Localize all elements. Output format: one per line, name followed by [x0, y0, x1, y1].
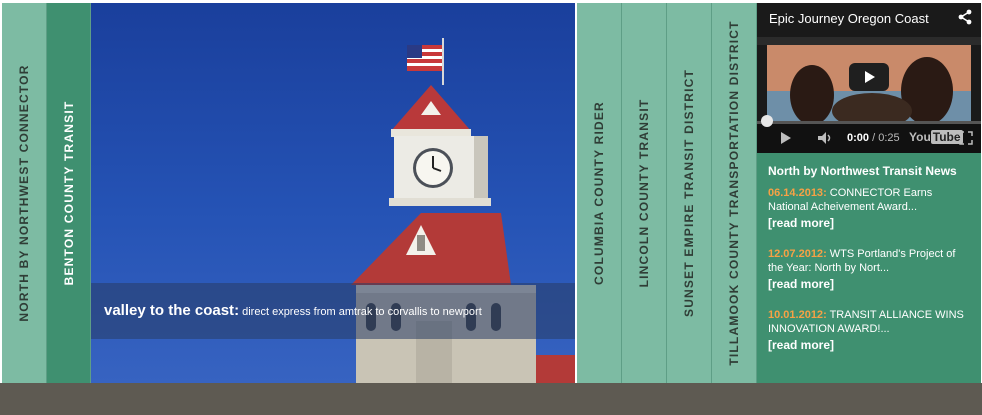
tab-label: BENTON COUNTY TRANSIT [61, 100, 76, 286]
progress-scrubber[interactable] [761, 115, 773, 127]
tab-label: COLUMBIA COUNTY RIDER [592, 101, 606, 285]
news-item: 12.07.2012: WTS Portland's Project of th… [768, 247, 973, 291]
tab-label: LINCOLN COUNTY TRANSIT [637, 98, 651, 288]
volume-icon[interactable] [817, 131, 835, 145]
video-time: 0:00 / 0:25 [847, 132, 900, 144]
page-frame: NORTH BY NORTHWEST CONNECTOR BENTON COUN… [0, 0, 982, 415]
youtube-logo[interactable]: You Tube [909, 130, 963, 144]
video-player[interactable]: Epic Journey Oregon Coast 0:00 / 0:25 Yo… [757, 3, 981, 153]
share-icon[interactable] [957, 9, 973, 25]
news-heading: North by Northwest Transit News [768, 164, 957, 178]
tab-tillamook-county-transportation-district[interactable]: TILLAMOOK COUNTY TRANSPORTATION DISTRICT [712, 3, 757, 383]
news-panel: Epic Journey Oregon Coast 0:00 / 0:25 Yo… [757, 3, 981, 383]
tab-columbia-county-rider[interactable]: COLUMBIA COUNTY RIDER [577, 3, 622, 383]
play-icon [865, 71, 875, 83]
footer-bar [0, 383, 982, 415]
hero-caption: valley to the coast: direct express from… [91, 283, 575, 339]
tab-label: TILLAMOOK COUNTY TRANSPORTATION DISTRICT [727, 20, 741, 366]
tab-label: NORTH BY NORTHWEST CONNECTOR [17, 64, 31, 322]
play-control-icon[interactable] [779, 131, 793, 145]
fullscreen-icon[interactable] [959, 131, 973, 145]
hero-image: valley to the coast: direct express from… [91, 3, 575, 383]
read-more-link[interactable]: [read more] [768, 338, 973, 352]
hero-caption-text: valley to the coast: direct express from… [104, 302, 482, 319]
news-item: 06.14.2013: CONNECTOR Earns National Ach… [768, 186, 973, 230]
tab-lincoln-county-transit[interactable]: LINCOLN COUNTY TRANSIT [622, 3, 667, 383]
play-button[interactable] [849, 63, 889, 91]
tab-label: SUNSET EMPIRE TRANSIT DISTRICT [682, 68, 696, 318]
video-title: Epic Journey Oregon Coast [769, 11, 929, 26]
tab-benton-county-transit[interactable]: BENTON COUNTY TRANSIT [47, 3, 91, 383]
read-more-link[interactable]: [read more] [768, 277, 973, 291]
tab-north-by-northwest-connector[interactable]: NORTH BY NORTHWEST CONNECTOR [2, 3, 47, 383]
read-more-link[interactable]: [read more] [768, 216, 973, 230]
tab-sunset-empire-transit-district[interactable]: SUNSET EMPIRE TRANSIT DISTRICT [667, 3, 712, 383]
news-item: 10.01.2012: TRANSIT ALLIANCE WINS INNOVA… [768, 308, 973, 352]
